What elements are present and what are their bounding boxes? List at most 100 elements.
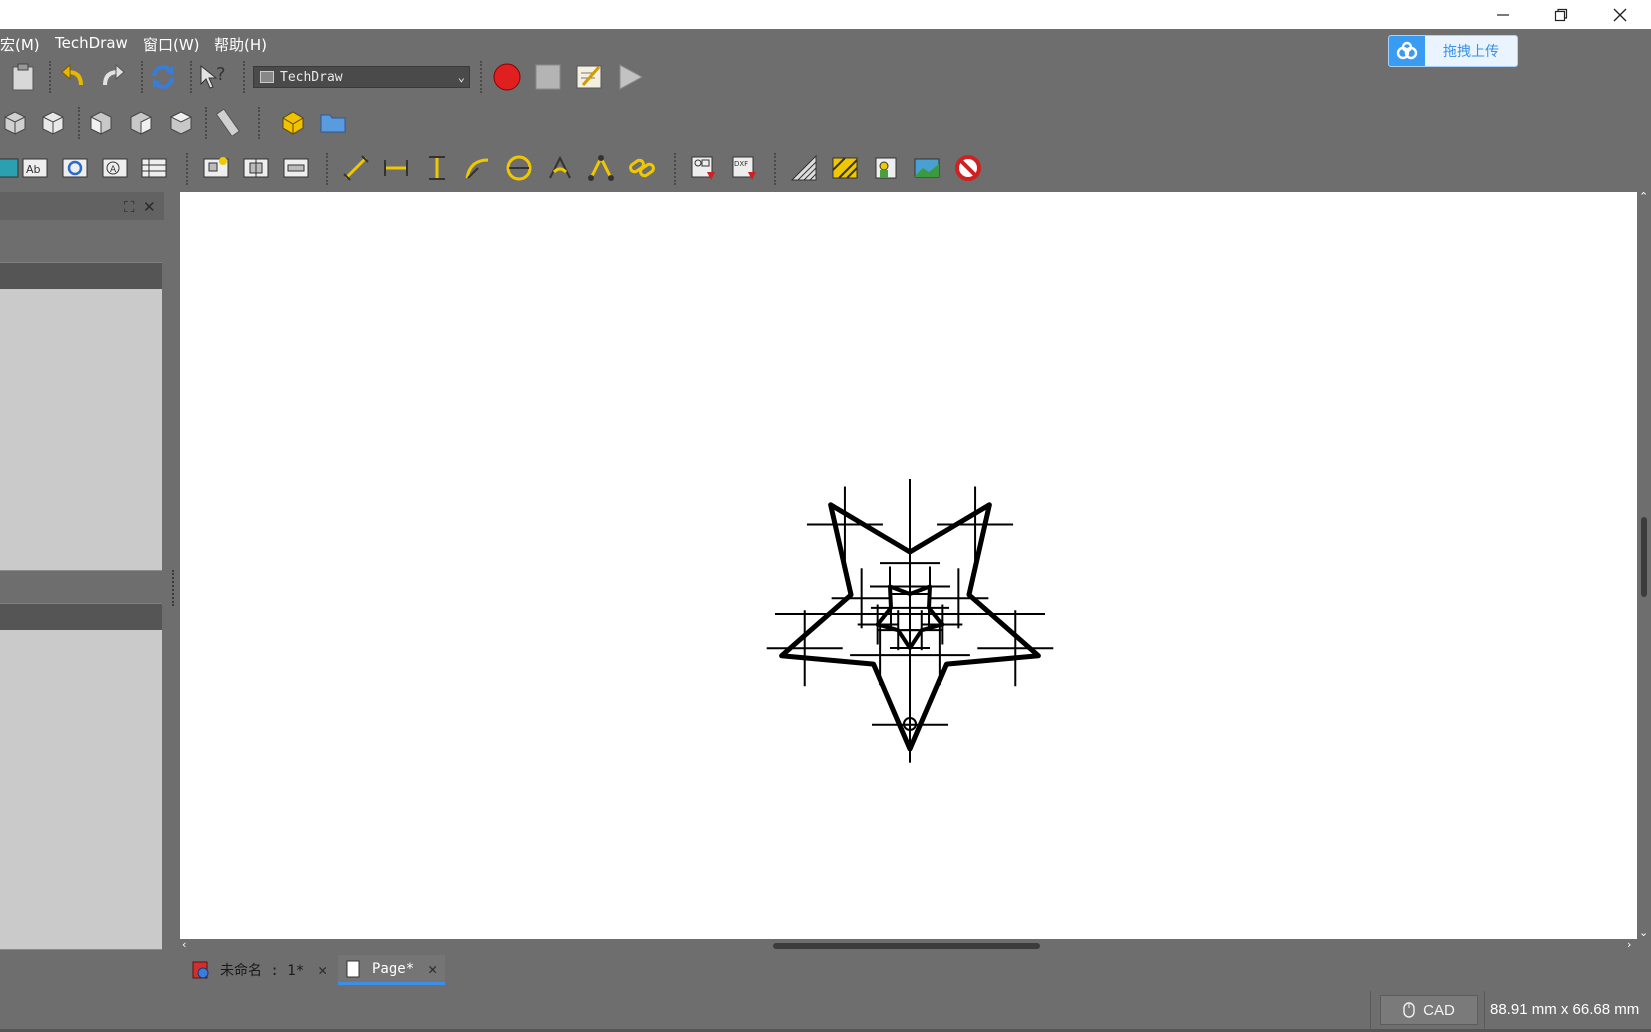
edit-macro-icon <box>576 65 602 89</box>
property-view[interactable] <box>0 630 162 950</box>
annotation-icon: Ab <box>22 158 48 178</box>
section-view-button[interactable] <box>241 153 271 183</box>
measure-icon <box>215 108 241 136</box>
star-drawing-view[interactable] <box>180 192 1637 939</box>
clip-icon <box>62 158 88 178</box>
annotation-button[interactable]: Ab <box>20 153 50 183</box>
refresh-icon <box>152 65 174 89</box>
insert-view-icon <box>0 158 19 178</box>
vertical-scrollbar[interactable]: ⌃ ⌄ <box>1637 190 1651 939</box>
panel-section-header[interactable] <box>0 603 162 630</box>
close-tab-icon[interactable]: ✕ <box>318 961 327 979</box>
three-point-angle-button[interactable] <box>586 153 616 183</box>
tab-page[interactable]: Page* ✕ <box>338 955 446 985</box>
toolbar-separator <box>49 61 53 93</box>
view-top-button[interactable] <box>86 107 116 137</box>
undo-button[interactable] <box>58 62 88 92</box>
scroll-left-icon[interactable]: ‹ <box>182 938 186 951</box>
forbidden-button[interactable] <box>953 153 983 183</box>
view-rear-button[interactable] <box>166 107 196 137</box>
undo-icon <box>61 63 83 86</box>
panel-section-header[interactable] <box>0 262 162 289</box>
redo-button[interactable] <box>98 62 128 92</box>
clip-button[interactable] <box>60 153 90 183</box>
model-tree[interactable] <box>0 289 162 571</box>
horizontal-scrollbar[interactable]: ‹ › <box>180 938 1637 953</box>
refresh-button[interactable] <box>148 62 178 92</box>
measure-button[interactable] <box>213 107 243 137</box>
view-rear-icon <box>169 111 193 135</box>
close-window-button[interactable] <box>1592 0 1648 29</box>
restore-button[interactable] <box>1533 0 1589 29</box>
whats-this-icon: ? <box>200 64 226 89</box>
angle-dim-button[interactable] <box>545 153 575 183</box>
diameter-dim-button[interactable] <box>504 153 534 183</box>
horizontal-dim-button[interactable] <box>381 153 411 183</box>
toolbar-separator <box>480 61 484 93</box>
vertical-scroll-thumb[interactable] <box>1641 517 1647 597</box>
detail-view-button[interactable] <box>281 153 311 183</box>
close-tab-icon[interactable]: ✕ <box>428 960 437 978</box>
insert-view-button[interactable] <box>0 153 22 183</box>
menu-techdraw[interactable]: TechDraw <box>55 34 128 52</box>
close-panel-icon[interactable]: ✕ <box>143 198 156 216</box>
center-mark <box>977 610 1054 687</box>
center-mark <box>766 610 843 687</box>
drawing-page[interactable] <box>180 192 1637 939</box>
center-mark <box>806 486 883 563</box>
menu-window[interactable]: 窗口(W) <box>143 34 200 55</box>
minimize-button[interactable] <box>1475 0 1531 29</box>
workbench-selector-label: TechDraw <box>280 69 343 85</box>
panel-splitter[interactable] <box>172 570 174 606</box>
export-svg-button[interactable] <box>688 153 718 183</box>
edit-macro-button[interactable] <box>574 62 604 92</box>
open-folder-button[interactable] <box>318 107 348 137</box>
svg-text:DXF: DXF <box>734 160 748 168</box>
export-svg-icon <box>691 156 715 180</box>
export-dxf-button[interactable]: DXF <box>729 153 759 183</box>
tab-document[interactable]: 未命名 : 1* ✕ <box>184 955 335 985</box>
vertical-dim-button[interactable] <box>422 153 452 183</box>
link-dim-button[interactable] <box>627 153 657 183</box>
view-iso-button[interactable] <box>0 107 30 137</box>
menu-macro[interactable]: 宏(M) <box>0 34 40 55</box>
image-button[interactable] <box>871 153 901 183</box>
radius-dim-icon <box>465 158 489 179</box>
projection-group-button[interactable] <box>201 153 231 183</box>
geom-hatch-button[interactable] <box>830 153 860 183</box>
center-mark <box>870 566 911 607</box>
tab-page-label: Page* <box>372 960 415 977</box>
part-button[interactable] <box>278 107 308 137</box>
run-macro-button[interactable] <box>615 62 645 92</box>
scroll-up-icon[interactable]: ⌃ <box>1639 190 1648 203</box>
record-macro-button[interactable] <box>492 62 522 92</box>
view-front-button[interactable] <box>38 107 68 137</box>
hatch-button[interactable] <box>789 153 819 183</box>
panel-header: ⛶ ✕ <box>0 192 164 220</box>
stop-macro-button[interactable] <box>533 62 563 92</box>
whats-this-button[interactable]: ? <box>198 62 228 92</box>
record-macro-icon <box>493 63 521 91</box>
menu-help[interactable]: 帮助(H) <box>214 34 267 55</box>
page-icon <box>346 960 360 977</box>
view-right-button[interactable] <box>126 107 156 137</box>
status-separator <box>1484 991 1485 1029</box>
symbol-button[interactable]: A <box>100 153 130 183</box>
toggle-frame-button[interactable] <box>912 153 942 183</box>
scroll-right-icon[interactable]: › <box>1627 938 1631 951</box>
radius-dim-button[interactable] <box>463 153 493 183</box>
length-dim-button[interactable] <box>341 153 371 183</box>
document-tab-bar: 未命名 : 1* ✕ Page* ✕ <box>180 953 1651 987</box>
navigation-style-button[interactable]: CAD <box>1380 995 1478 1025</box>
float-panel-icon[interactable]: ⛶ <box>124 198 135 216</box>
view-iso-icon <box>4 111 26 135</box>
three-point-angle-icon <box>588 154 614 181</box>
workbench-selector[interactable]: TechDraw ⌄ <box>253 66 470 88</box>
scroll-down-icon[interactable]: ⌄ <box>1639 926 1648 939</box>
chevron-down-icon: ⌄ <box>457 70 465 84</box>
spreadsheet-icon <box>141 158 167 178</box>
combo-view-panel: ⛶ ✕ <box>0 192 164 962</box>
paste-button[interactable] <box>8 62 38 92</box>
horizontal-scroll-thumb[interactable] <box>773 943 1040 949</box>
spreadsheet-button[interactable] <box>139 153 169 183</box>
